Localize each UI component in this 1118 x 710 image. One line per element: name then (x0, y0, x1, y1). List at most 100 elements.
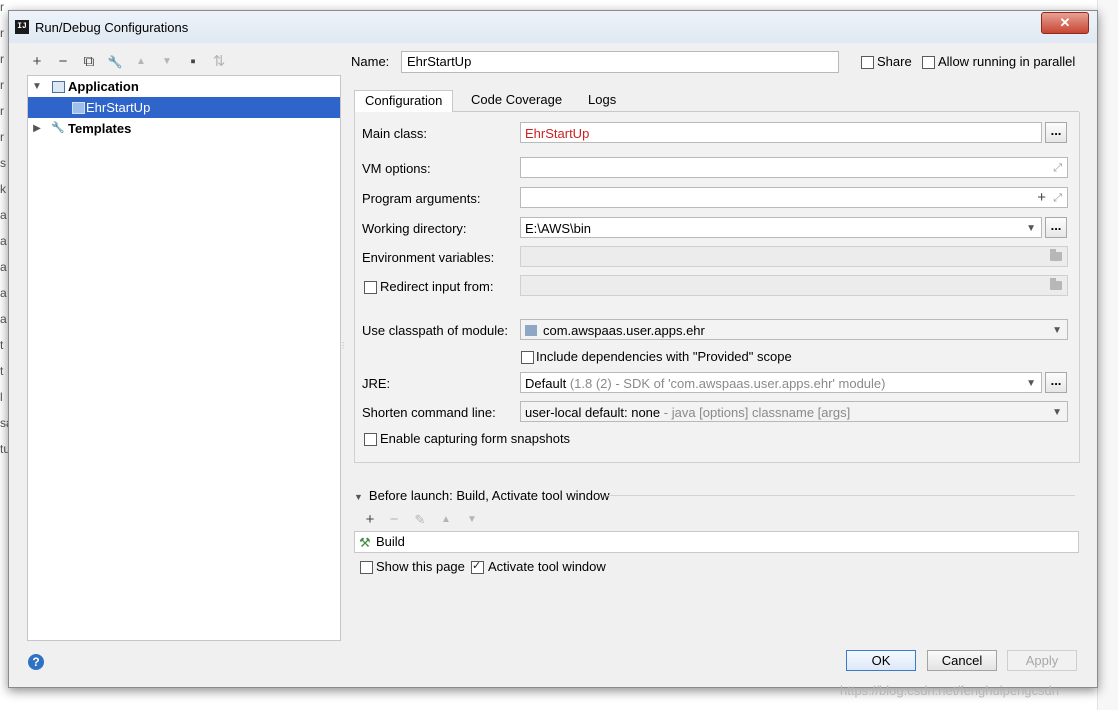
move-task-up-icon[interactable]: ▲ (435, 509, 457, 531)
capture-snapshots-checkbox[interactable] (364, 433, 377, 446)
classpath-module-value: com.awspaas.user.apps.ehr (543, 323, 705, 338)
tab-logs[interactable]: Logs (578, 90, 626, 112)
jre-label: JRE: (362, 376, 391, 391)
apply-button[interactable]: Apply (1007, 650, 1077, 671)
help-icon[interactable]: ? (28, 654, 44, 670)
redirect-input-label: Redirect input from: (380, 279, 494, 294)
tree-item-label: Templates (68, 121, 132, 136)
shorten-command-line-label: Shorten command line: (362, 405, 496, 420)
working-directory-browse-button[interactable]: ... (1045, 217, 1067, 238)
window-title: Run/Debug Configurations (35, 20, 189, 35)
classpath-module-select[interactable]: com.awspaas.user.apps.ehr ▼ (520, 319, 1068, 340)
allow-parallel-label: Allow running in parallel (938, 54, 1076, 69)
show-this-page-label: Show this page (376, 559, 465, 574)
vm-options-label: VM options: (362, 161, 431, 176)
name-label: Name: (351, 54, 390, 69)
before-launch-divider (607, 495, 1075, 496)
include-dependencies-label: Include dependencies with "Provided" sco… (536, 349, 792, 364)
jre-hint: (1.8 (2) - SDK of 'com.awspaas.user.apps… (569, 376, 886, 391)
share-label: Share (877, 54, 912, 69)
environment-variables-input[interactable] (520, 246, 1068, 267)
ok-button[interactable]: OK (846, 650, 916, 671)
before-launch-header[interactable]: ▼ Before launch: Build, Activate tool win… (354, 488, 610, 503)
jre-select[interactable]: Default (1.8 (2) - SDK of 'com.awspaas.u… (520, 372, 1042, 393)
move-up-icon[interactable]: ▲ (130, 51, 152, 73)
close-button[interactable]: ✕ (1041, 12, 1089, 34)
sort-icon[interactable]: ⇅ (208, 51, 230, 73)
activate-tool-window-label: Activate tool window (488, 559, 606, 574)
program-arguments-label: Program arguments: (362, 191, 481, 206)
working-directory-value: E:\AWS\bin (525, 221, 591, 236)
show-this-page-checkbox[interactable] (360, 561, 373, 574)
run-debug-dialog: IJ Run/Debug Configurations ✕ + − ⧉ 🔧 ▲ … (8, 10, 1098, 688)
move-task-down-icon[interactable]: ▼ (461, 509, 483, 531)
chevron-down-icon[interactable]: ▼ (1026, 218, 1036, 239)
activate-tool-window-checkbox[interactable] (471, 559, 484, 574)
remove-icon[interactable]: − (52, 51, 74, 73)
shorten-command-line-select[interactable]: user-local default: none - java [options… (520, 401, 1068, 422)
classpath-module-label: Use classpath of module: (362, 323, 508, 338)
vm-options-input[interactable]: ⤢ (520, 157, 1068, 178)
main-class-browse-button[interactable]: ... (1045, 122, 1067, 143)
share-checkbox[interactable] (861, 56, 874, 69)
program-arguments-input[interactable]: + ⤢ (520, 187, 1068, 208)
working-directory-label: Working directory: (362, 221, 467, 236)
edit-task-icon[interactable]: ✎ (409, 509, 431, 531)
collapse-arrow-icon[interactable]: ▶ (32, 118, 42, 139)
tree-item-templates[interactable]: ▶ 🔧 Templates (28, 118, 340, 139)
tree-item-ehrstartup[interactable]: EhrStartUp (28, 97, 340, 118)
include-dependencies-checkbox[interactable] (521, 351, 534, 364)
wrench-icon: 🔧 (51, 122, 65, 134)
application-icon (52, 81, 65, 93)
before-launch-item-label: Build (376, 534, 405, 549)
before-launch-list: ⚒ Build (354, 531, 1079, 553)
watermark-text: https://blog.csdn.net/fenghuipengcsdn (840, 683, 1059, 698)
chevron-down-icon[interactable]: ▼ (1052, 402, 1062, 423)
allow-parallel-checkbox[interactable] (922, 56, 935, 69)
tab-code-coverage[interactable]: Code Coverage (461, 90, 572, 112)
redirect-input-checkbox[interactable] (364, 281, 377, 294)
title-bar: IJ Run/Debug Configurations ✕ (9, 11, 1097, 43)
chevron-down-icon[interactable]: ▼ (1052, 320, 1062, 341)
redirect-input-field[interactable] (520, 275, 1068, 296)
add-icon[interactable]: + (26, 51, 48, 73)
cancel-button[interactable]: Cancel (927, 650, 997, 671)
splitter-handle[interactable]: ⋮ (339, 341, 347, 350)
tree-item-application[interactable]: ▼ Application (28, 76, 340, 97)
folder-icon[interactable] (1050, 278, 1062, 290)
before-launch-item-build[interactable]: ⚒ Build (355, 532, 1078, 552)
expand-arrow-icon[interactable]: ▼ (32, 76, 42, 97)
main-class-input[interactable]: EhrStartUp (520, 122, 1042, 143)
chevron-down-icon[interactable]: ▼ (1026, 373, 1036, 394)
background-editor-right (1097, 0, 1118, 710)
before-launch-title: Before launch: Build, Activate tool wind… (368, 488, 610, 503)
move-down-icon[interactable]: ▼ (156, 51, 178, 73)
tree-item-label: EhrStartUp (86, 100, 151, 115)
expand-icon[interactable]: ⤢ (1053, 188, 1062, 209)
add-macro-icon[interactable]: + (1037, 187, 1046, 208)
folder-icon[interactable] (1050, 249, 1062, 261)
run-config-icon (72, 102, 85, 114)
add-task-icon[interactable]: + (359, 509, 381, 531)
new-folder-icon[interactable]: ▪ (182, 51, 204, 73)
shorten-command-line-value: user-local default: none (525, 405, 661, 420)
tree-item-label: Application (68, 79, 139, 94)
config-tree: ▼ Application EhrStartUp ▶ 🔧 Templates (27, 75, 341, 641)
environment-variables-label: Environment variables: (362, 250, 495, 265)
jre-value: Default (525, 376, 567, 391)
shorten-command-line-hint: - java [options] classname [args] (663, 405, 851, 420)
main-class-label: Main class: (362, 126, 428, 141)
chevron-down-icon[interactable]: ▼ (354, 492, 363, 502)
build-hammer-icon: ⚒ (359, 535, 371, 550)
tab-configuration[interactable]: Configuration (354, 90, 454, 114)
expand-icon[interactable]: ⤢ (1053, 158, 1062, 179)
intellij-app-icon: IJ (15, 20, 29, 34)
working-directory-input[interactable]: E:\AWS\bin ▼ (520, 217, 1042, 238)
copy-icon[interactable]: ⧉ (78, 51, 100, 73)
name-input[interactable]: EhrStartUp (401, 51, 839, 73)
remove-task-icon[interactable]: − (383, 509, 405, 531)
wrench-icon[interactable]: 🔧 (104, 51, 126, 73)
capture-snapshots-label: Enable capturing form snapshots (380, 431, 571, 446)
module-icon (525, 325, 537, 336)
jre-browse-button[interactable]: ... (1045, 372, 1067, 393)
